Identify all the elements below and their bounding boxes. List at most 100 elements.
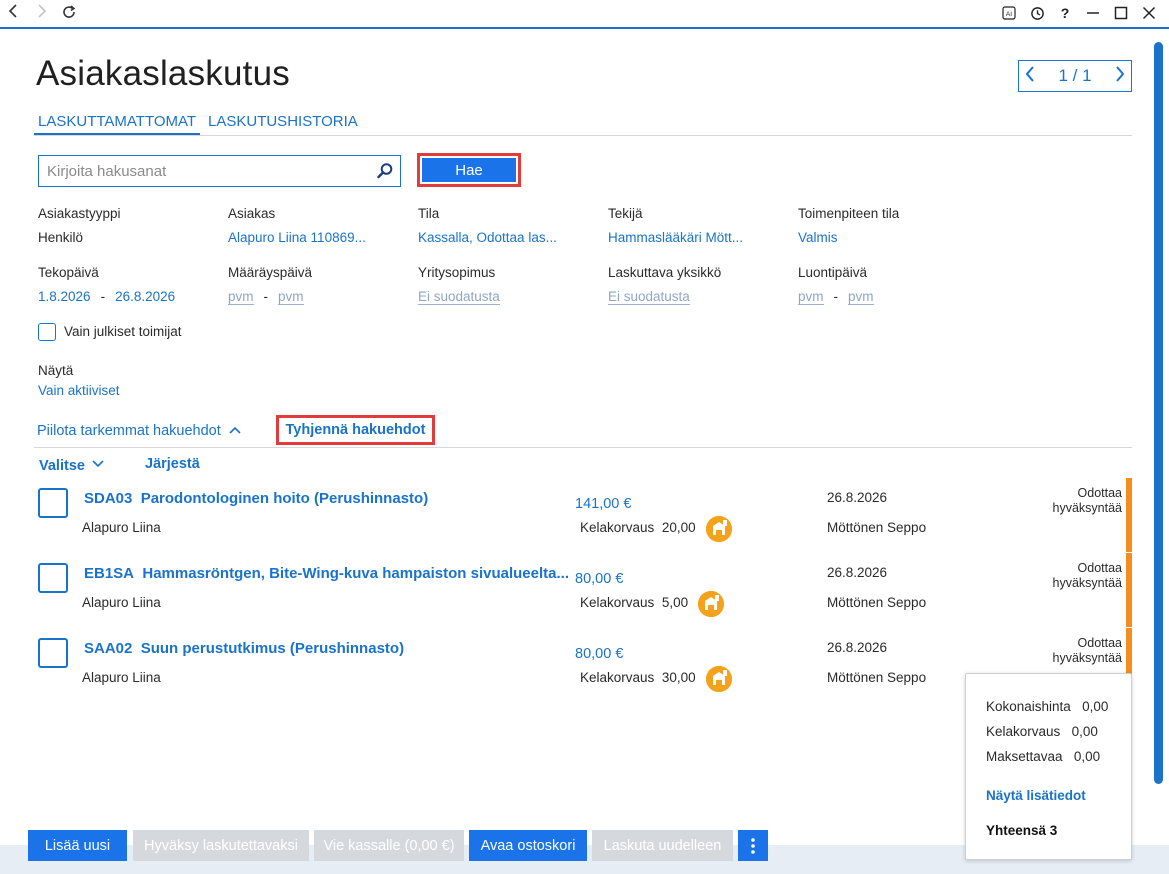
search-input[interactable] — [39, 156, 359, 186]
hide-filters-label: Piilota tarkemmat hakuehdot — [37, 423, 221, 439]
filter-tekija: Tekijä Hammaslääkäri Mött... — [608, 206, 743, 245]
reload-icon[interactable] — [59, 4, 79, 24]
forward-icon[interactable] — [31, 4, 51, 24]
row-status: Odottaa hyväksyntää — [1052, 636, 1122, 665]
sort-link[interactable]: Järjestä — [145, 456, 200, 472]
select-menu[interactable]: Valitse — [39, 456, 104, 474]
search-button-highlight: Hae — [417, 153, 521, 187]
pager-prev-icon[interactable] — [1025, 65, 1035, 87]
clear-filters-link[interactable]: Tyhjennä hakuehdot — [286, 422, 426, 438]
row-title[interactable]: SDA03 Parodontologinen hoito (Perushinna… — [84, 490, 428, 507]
select-label: Valitse — [39, 458, 85, 474]
date-from-field[interactable]: pvm — [798, 289, 824, 305]
add-new-button[interactable]: Lisää uusi — [28, 830, 127, 861]
row-checkbox[interactable] — [38, 638, 68, 668]
filter-label: Toimenpiteen tila — [798, 206, 900, 221]
page-title: Asiakaslaskutus — [36, 54, 290, 93]
minimize-icon[interactable] — [1083, 3, 1103, 23]
filter-toimenpiteen-tila: Toimenpiteen tila Valmis — [798, 206, 899, 245]
pager-text: 1 / 1 — [1058, 66, 1092, 85]
filter-value-field[interactable]: Ei suodatusta — [418, 289, 500, 305]
summary-kokonaishinta: Kokonaishinta 0,00 — [986, 699, 1109, 714]
clear-filters-highlight: Tyhjennä hakuehdot — [276, 415, 435, 445]
history-icon[interactable] — [1027, 3, 1047, 23]
search-icon[interactable] — [376, 162, 394, 180]
row-price: 141,00 € — [575, 496, 632, 512]
filter-label: Asiakas — [228, 206, 276, 221]
row-status: Odottaa hyväksyntää — [1052, 561, 1122, 590]
date-from-field[interactable]: pvm — [228, 289, 254, 305]
row-price: 80,00 € — [575, 571, 624, 587]
to-cashier-button[interactable]: Vie kassalle (0,00 €) — [314, 830, 464, 861]
filter-label: Luontipäivä — [798, 265, 868, 280]
search-button[interactable]: Hae — [422, 158, 516, 182]
maximize-icon[interactable] — [1111, 3, 1131, 23]
close-icon[interactable] — [1139, 3, 1159, 23]
row-kela: Kelakorvaus 5,00 — [580, 595, 689, 610]
row-checkbox[interactable] — [38, 488, 68, 518]
row-doctor: Möttönen Seppo — [827, 670, 927, 685]
filter-label: Tekopäivä — [38, 265, 99, 280]
help-icon[interactable]: ? — [1055, 3, 1075, 23]
date-from-link[interactable]: 1.8.2026 — [38, 289, 91, 304]
approve-button[interactable]: Hyväksy laskutettavaksi — [133, 830, 309, 861]
filter-value-link[interactable]: Hammaslääkäri Mött... — [608, 230, 743, 245]
hide-filters-link[interactable]: Piilota tarkemmat hakuehdot — [37, 422, 241, 439]
reinvoice-button[interactable]: Laskuta uudelleen — [592, 830, 733, 861]
tab-bar: LASKUTTAMATTOMAT LASKUTUSHISTORIA — [34, 112, 1132, 136]
row-patient: Alapuro Liina — [82, 520, 161, 535]
filter-label: Määräyspäivä — [228, 265, 313, 280]
date-range-dash: - — [100, 289, 106, 304]
filter-value-link[interactable]: Valmis — [798, 230, 899, 245]
chevron-up-icon — [229, 422, 241, 438]
row-kela: Kelakorvaus 30,00 — [580, 670, 696, 685]
ai-icon[interactable]: AI — [999, 3, 1019, 23]
row-date: 26.8.2026 — [827, 565, 888, 580]
filter-value-link[interactable]: Alapuro Liina 110869... — [228, 230, 366, 245]
filter-value-field[interactable]: Ei suodatusta — [608, 289, 690, 305]
date-to-link[interactable]: 26.8.2026 — [115, 289, 175, 304]
row-status: Odottaa hyväksyntää — [1052, 486, 1122, 515]
summary-kelakorvaus: Kelakorvaus 0,00 — [986, 724, 1098, 739]
row-kela: Kelakorvaus 20,00 — [580, 520, 696, 535]
date-to-field[interactable]: pvm — [848, 289, 874, 305]
show-details-link[interactable]: Näytä lisätiedot — [986, 788, 1086, 803]
tab-laskuttamattomat[interactable]: LASKUTTAMATTOMAT — [34, 113, 201, 135]
filter-asiakastyyppi: Asiakastyyppi Henkilö — [38, 206, 121, 245]
filter-value-link[interactable]: Vain aktiiviset — [38, 383, 120, 398]
date-to-field[interactable]: pvm — [278, 289, 304, 305]
filter-label: Asiakastyyppi — [38, 206, 121, 221]
kela-badge-icon — [706, 666, 732, 692]
summary-maksettavaa: Maksettavaa 0,00 — [986, 749, 1101, 764]
julkiset-checkbox-label[interactable]: Vain julkiset toimijat — [64, 324, 182, 339]
filter-value-link[interactable]: Kassalla, Odottaa las... — [418, 230, 557, 245]
open-cart-button[interactable]: Avaa ostoskori — [469, 830, 587, 861]
table-row[interactable]: SDA03 Parodontologinen hoito (Perushinna… — [36, 478, 1132, 552]
summary-panel: Kokonaishinta 0,00 Kelakorvaus 0,00 Maks… — [965, 673, 1132, 860]
vertical-scrollbar[interactable] — [1154, 42, 1163, 784]
pager-next-icon[interactable] — [1115, 65, 1125, 87]
row-checkbox[interactable] — [38, 563, 68, 593]
row-title[interactable]: SAA02 Suun perustutkimus (Perushinnasto) — [84, 640, 404, 657]
filter-asiakas: Asiakas Alapuro Liina 110869... — [228, 206, 366, 245]
filter-value: Henkilö — [38, 230, 84, 245]
date-range-dash: - — [833, 289, 839, 304]
status-stripe — [1126, 553, 1132, 627]
row-date: 26.8.2026 — [827, 490, 888, 505]
filter-tila: Tila Kassalla, Odottaa las... — [418, 206, 557, 245]
filter-label: Näytä — [38, 363, 74, 378]
more-vertical-icon[interactable] — [738, 830, 768, 861]
tab-laskutushistoria[interactable]: LASKUTUSHISTORIA — [204, 113, 362, 135]
julkiset-checkbox[interactable] — [38, 323, 56, 341]
table-row[interactable]: EB1SA Hammasröntgen, Bite-Wing-kuva hamp… — [36, 553, 1132, 627]
filter-luontipaiva: Luontipäivä pvm - pvm — [798, 265, 874, 305]
kela-badge-icon — [706, 516, 732, 542]
browser-toolbar: AI ? — [0, 0, 1169, 29]
row-patient: Alapuro Liina — [82, 670, 161, 685]
back-icon[interactable] — [4, 4, 24, 24]
row-title[interactable]: EB1SA Hammasröntgen, Bite-Wing-kuva hamp… — [84, 565, 569, 582]
section-divider — [34, 447, 1132, 448]
status-stripe — [1126, 478, 1132, 552]
filter-label: Laskuttava yksikkö — [608, 265, 722, 280]
summary-total: Yhteensä 3 — [986, 823, 1058, 838]
